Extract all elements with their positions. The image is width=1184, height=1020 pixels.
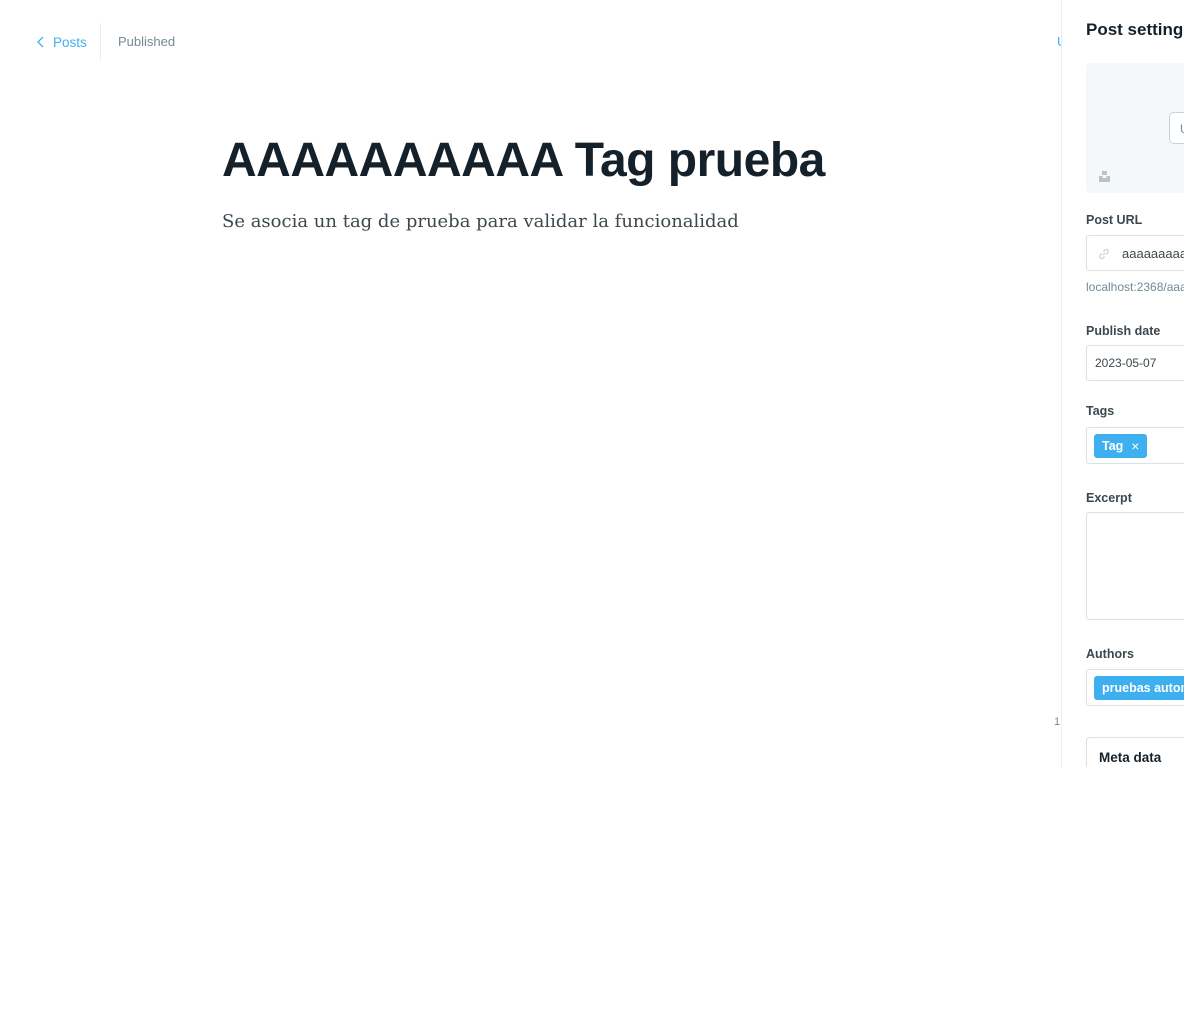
unsplash-icon[interactable]: [1098, 170, 1111, 183]
publish-date-input[interactable]: 2023-05-07: [1086, 345, 1184, 381]
post-url-label: Post URL: [1086, 213, 1143, 227]
author-token[interactable]: pruebas automatizadas: [1094, 676, 1184, 700]
tags-label: Tags: [1086, 404, 1115, 418]
editor-header: Posts Published Update: [0, 0, 1061, 84]
post-url-input[interactable]: aaaaaaaaaa-tag-prueba: [1086, 235, 1184, 271]
settings-title: Post settings: [1086, 20, 1184, 39]
feature-image-uploader[interactable]: Upload: [1086, 63, 1184, 193]
meta-data-card[interactable]: Meta data: [1086, 737, 1184, 767]
close-icon[interactable]: ×: [1131, 439, 1139, 453]
tag-token-label: Tag: [1102, 439, 1124, 453]
tags-input[interactable]: Tag ×: [1086, 427, 1184, 464]
post-url-hint: localhost:2368/aaaaaaaaaa-tag-prueba/: [1086, 280, 1184, 294]
post-title[interactable]: AAAAAAAAAA Tag prueba: [222, 132, 825, 190]
back-link-label: Posts: [53, 34, 87, 50]
back-to-posts-link[interactable]: Posts: [35, 33, 87, 51]
authors-input[interactable]: pruebas automatizadas: [1086, 669, 1184, 706]
excerpt-label: Excerpt: [1086, 491, 1132, 505]
upload-image-button[interactable]: Upload: [1169, 112, 1184, 144]
header-divider: [100, 23, 101, 61]
meta-data-title: Meta data: [1099, 750, 1162, 765]
publish-date-value: 2023-05-07: [1095, 356, 1157, 370]
link-icon: [1099, 248, 1109, 260]
word-count: 1: [1054, 716, 1061, 728]
ghost-editor-app: Posts Published Update AAAAAAAAAA Tag pr…: [0, 0, 1184, 767]
post-content[interactable]: Se asocia un tag de prueba para validar …: [222, 208, 739, 236]
post-status: Published: [118, 34, 176, 49]
author-token-label: pruebas automatizadas: [1102, 681, 1184, 695]
post-settings-menu: Post settings Upload Post URL aaaaaaaaaa…: [1061, 0, 1184, 767]
publish-date-label: Publish date: [1086, 324, 1161, 338]
tag-token[interactable]: Tag ×: [1094, 434, 1148, 458]
post-url-value: aaaaaaaaaa-tag-prueba: [1122, 246, 1184, 261]
excerpt-textarea[interactable]: [1086, 512, 1184, 620]
chevron-left-icon: [37, 36, 44, 48]
authors-label: Authors: [1086, 647, 1134, 661]
